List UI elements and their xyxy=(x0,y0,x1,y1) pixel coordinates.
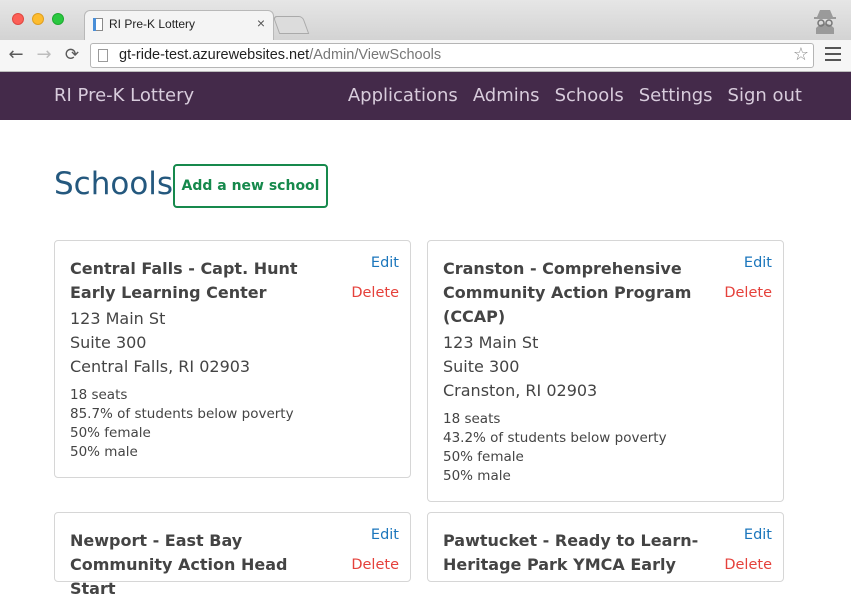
school-stats: 18 seats 85.7% of students below poverty… xyxy=(70,386,294,462)
school-card: Pawtucket - Ready to Learn-Heritage Park… xyxy=(427,512,784,582)
nav-link-admins[interactable]: Admins xyxy=(473,85,540,106)
nav-link-settings[interactable]: Settings xyxy=(639,85,713,106)
window-maximize-button[interactable] xyxy=(52,13,64,25)
new-tab-button[interactable] xyxy=(272,16,310,34)
page-icon xyxy=(98,49,108,62)
tab-close-icon[interactable]: × xyxy=(257,15,265,31)
nav-link-applications[interactable]: Applications xyxy=(348,85,458,106)
url-path: /Admin/ViewSchools xyxy=(309,47,442,63)
window-minimize-button[interactable] xyxy=(32,13,44,25)
reload-icon[interactable]: ⟳ xyxy=(60,43,84,67)
school-card: Cranston - Comprehensive Community Actio… xyxy=(427,240,784,502)
stat-female: 50% female xyxy=(70,425,151,441)
stat-seats: 18 seats xyxy=(443,411,501,427)
school-name: Newport - East Bay Community Action Head… xyxy=(70,531,288,598)
incognito-icon xyxy=(814,10,836,34)
delete-link[interactable]: Delete xyxy=(351,285,399,301)
school-address: 123 Main St Suite 300 Central Falls, RI … xyxy=(70,307,250,379)
browser-toolbar: ← → ⟳ gt-ride-test.azurewebsites.net/Adm… xyxy=(0,40,851,72)
school-card: Central Falls - Capt. Hunt Early Learnin… xyxy=(54,240,411,478)
edit-link[interactable]: Edit xyxy=(744,527,772,543)
stat-male: 50% male xyxy=(443,468,511,484)
browser-tab[interactable]: RI Pre-K Lottery × xyxy=(84,10,274,40)
school-card: Newport - East Bay Community Action Head… xyxy=(54,512,411,598)
delete-link[interactable]: Delete xyxy=(724,557,772,573)
stat-seats: 18 seats xyxy=(70,387,128,403)
url-text[interactable]: gt-ride-test.azurewebsites.net/Admin/Vie… xyxy=(119,47,441,63)
nav-link-schools[interactable]: Schools xyxy=(555,85,624,106)
edit-link[interactable]: Edit xyxy=(744,255,772,271)
tab-title: RI Pre-K Lottery xyxy=(109,17,196,31)
address-bar[interactable]: gt-ride-test.azurewebsites.net/Admin/Vie… xyxy=(90,43,814,68)
address-line: Suite 300 xyxy=(70,333,147,352)
site-navbar: RI Pre-K Lottery Applications Admins Sch… xyxy=(0,72,851,120)
nav-links: Applications Admins Schools Settings Sig… xyxy=(348,85,802,106)
address-line: Central Falls, RI 02903 xyxy=(70,357,251,376)
edit-link[interactable]: Edit xyxy=(371,527,399,543)
browser-titlebar: RI Pre-K Lottery × xyxy=(0,0,851,40)
brand-link[interactable]: RI Pre-K Lottery xyxy=(54,85,194,106)
nav-link-sign-out[interactable]: Sign out xyxy=(728,85,802,106)
stat-poverty: 85.7% of students below poverty xyxy=(70,406,294,422)
address-line: Cranston, RI 02903 xyxy=(443,381,598,400)
edit-link[interactable]: Edit xyxy=(371,255,399,271)
window-close-button[interactable] xyxy=(12,13,24,25)
address-line: 123 Main St xyxy=(443,333,539,352)
school-name: Cranston - Comprehensive Community Actio… xyxy=(443,259,692,326)
page-favicon-icon xyxy=(93,18,103,31)
back-arrow-icon[interactable]: ← xyxy=(4,43,28,67)
school-address: 123 Main St Suite 300 Cranston, RI 02903 xyxy=(443,331,597,403)
forward-arrow-icon[interactable]: → xyxy=(32,43,56,67)
url-host: gt-ride-test.azurewebsites.net xyxy=(119,47,310,63)
stat-male: 50% male xyxy=(70,444,138,460)
school-name: Central Falls - Capt. Hunt Early Learnin… xyxy=(70,259,298,302)
delete-link[interactable]: Delete xyxy=(724,285,772,301)
stat-female: 50% female xyxy=(443,449,524,465)
stat-poverty: 43.2% of students below poverty xyxy=(443,430,667,446)
school-name: Pawtucket - Ready to Learn-Heritage Park… xyxy=(443,531,699,574)
add-school-button[interactable]: Add a new school xyxy=(173,164,328,208)
page-title: Schools xyxy=(54,166,174,202)
hamburger-menu-icon[interactable] xyxy=(825,47,841,63)
delete-link[interactable]: Delete xyxy=(351,557,399,573)
star-icon[interactable]: ☆ xyxy=(793,45,809,65)
address-line: 123 Main St xyxy=(70,309,166,328)
school-stats: 18 seats 43.2% of students below poverty… xyxy=(443,410,667,486)
address-line: Suite 300 xyxy=(443,357,520,376)
